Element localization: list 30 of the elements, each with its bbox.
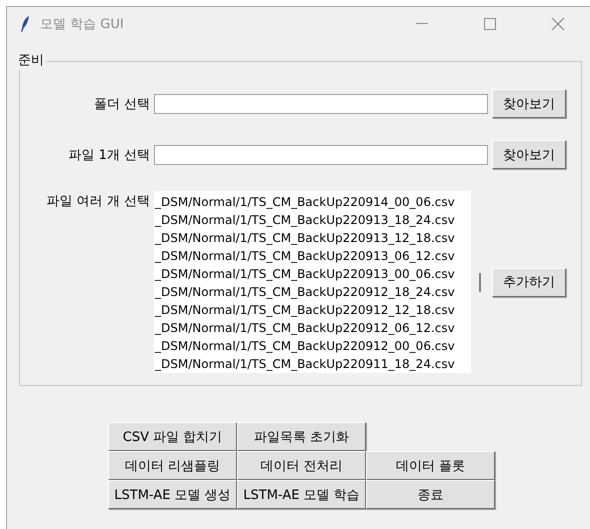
file-list-item[interactable]: _DSM/Normal/1/TS_CM_BackUp220913_06_12.csv	[154, 247, 471, 265]
action-button[interactable]: 데이터 전처리	[237, 451, 366, 480]
action-button[interactable]: 데이터 리샘플링	[108, 451, 237, 480]
file-list-item[interactable]: _DSM/Normal/1/TS_CM_BackUp220913_12_18.csv	[154, 229, 471, 247]
file-list-item[interactable]: _DSM/Normal/1/TS_CM_BackUp220914_00_06.csv	[154, 193, 471, 211]
action-button[interactable]: 파일목록 초기화	[237, 422, 366, 451]
path-field[interactable]	[154, 144, 488, 164]
file-list-item[interactable]: _DSM/Normal/1/TS_CM_BackUp220912_06_12.csv	[154, 319, 471, 337]
action-button[interactable]: LSTM-AE 모델 생성	[108, 480, 237, 509]
action-button[interactable]: CSV 파일 합치기	[108, 422, 237, 451]
file-list-item[interactable]: _DSM/Normal/1/TS_CM_BackUp220913_00_06.csv	[154, 265, 471, 283]
file-list-item[interactable]: _DSM/Normal/1/TS_CM_BackUp220913_18_24.csv	[154, 211, 471, 229]
file-list-item[interactable]: _DSM/Normal/1/TS_CM_BackUp220912_18_24.csv	[154, 283, 471, 301]
browse-button[interactable]: 찾아보기	[492, 140, 566, 169]
file-list-item[interactable]: _DSM/Normal/1/TS_CM_BackUp220912_12_18.csv	[154, 301, 471, 319]
action-button[interactable]: 종료	[366, 480, 495, 509]
group-title: 준비	[16, 52, 46, 70]
browse-button[interactable]: 찾아보기	[492, 89, 566, 118]
field-label: 파일 1개 선택	[67, 146, 150, 164]
action-button[interactable]: LSTM-AE 모델 학습	[237, 480, 366, 509]
field-label: 파일 여러 개 선택	[46, 193, 150, 210]
scroll-bar[interactable]	[479, 272, 481, 292]
file-list-item[interactable]: _DSM/Normal/1/TS_CM_BackUp220911_18_24.csv	[154, 355, 471, 373]
file-list-item[interactable]: _DSM/Normal/1/TS_CM_BackUp220912_00_06.csv	[154, 337, 471, 355]
add-button[interactable]: 추가하기	[492, 268, 566, 296]
window-title: 모델 학습 GUI	[40, 16, 125, 33]
action-button[interactable]: 데이터 플롯	[366, 451, 495, 480]
feather-icon	[21, 16, 30, 32]
path-field[interactable]	[154, 94, 488, 114]
field-label: 폴더 선택	[92, 96, 150, 112]
